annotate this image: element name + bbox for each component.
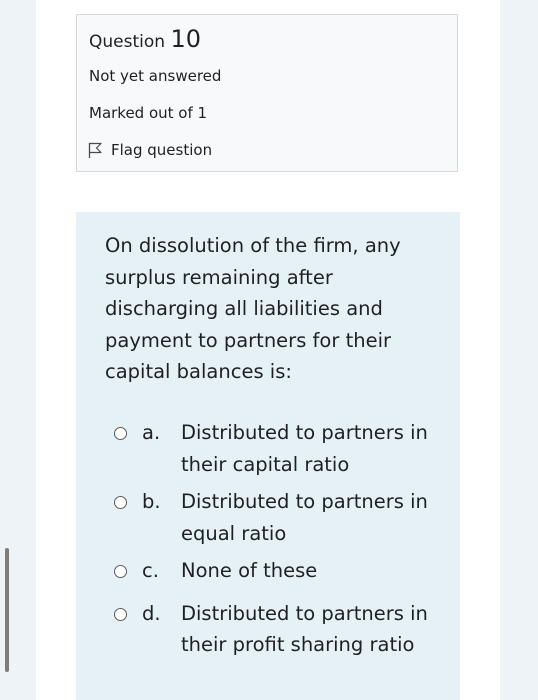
radio-button-a[interactable] bbox=[114, 427, 127, 440]
quiz-page-card: Question 10 Not yet answered Marked out … bbox=[36, 0, 500, 700]
question-label: Question bbox=[89, 32, 166, 52]
option-text-a: Distributed to partners in their capital… bbox=[181, 421, 428, 476]
question-text: On dissolution of the firm, any surplus … bbox=[105, 234, 401, 383]
question-state: Not yet answered bbox=[89, 67, 222, 85]
answer-options: a. Distributed to partners in their capi… bbox=[114, 417, 444, 661]
radio-button-c[interactable] bbox=[114, 565, 127, 578]
flag-question-label: Flag question bbox=[111, 141, 213, 159]
question-info-panel: Question 10 Not yet answered Marked out … bbox=[76, 14, 458, 172]
option-letter-d: d. bbox=[142, 601, 161, 625]
flag-question-link[interactable]: Flag question bbox=[87, 140, 212, 160]
option-letter-b: b. bbox=[142, 490, 161, 513]
answer-option-b[interactable]: b. Distributed to partners in equal rati… bbox=[114, 486, 444, 549]
answer-option-c[interactable]: c. None of these bbox=[114, 555, 444, 587]
scroll-indicator[interactable] bbox=[5, 548, 9, 672]
option-text-c: None of these bbox=[181, 559, 318, 582]
option-text-d: Distributed to partners in their profit … bbox=[181, 601, 428, 657]
question-grade: Marked out of 1 bbox=[89, 104, 208, 122]
answer-option-a[interactable]: a. Distributed to partners in their capi… bbox=[114, 417, 444, 480]
option-letter-a: a. bbox=[142, 421, 161, 444]
radio-button-b[interactable] bbox=[114, 496, 127, 509]
question-number: 10 bbox=[170, 25, 201, 53]
flag-outline-icon bbox=[87, 141, 103, 159]
radio-button-d[interactable] bbox=[114, 607, 127, 621]
answer-option-d[interactable]: d. Distributed to partners in their prof… bbox=[114, 598, 444, 661]
question-content: On dissolution of the firm, any surplus … bbox=[76, 212, 460, 700]
option-text-b: Distributed to partners in equal ratio bbox=[181, 490, 428, 545]
question-heading: Question 10 bbox=[89, 26, 201, 55]
option-letter-c: c. bbox=[142, 559, 159, 582]
